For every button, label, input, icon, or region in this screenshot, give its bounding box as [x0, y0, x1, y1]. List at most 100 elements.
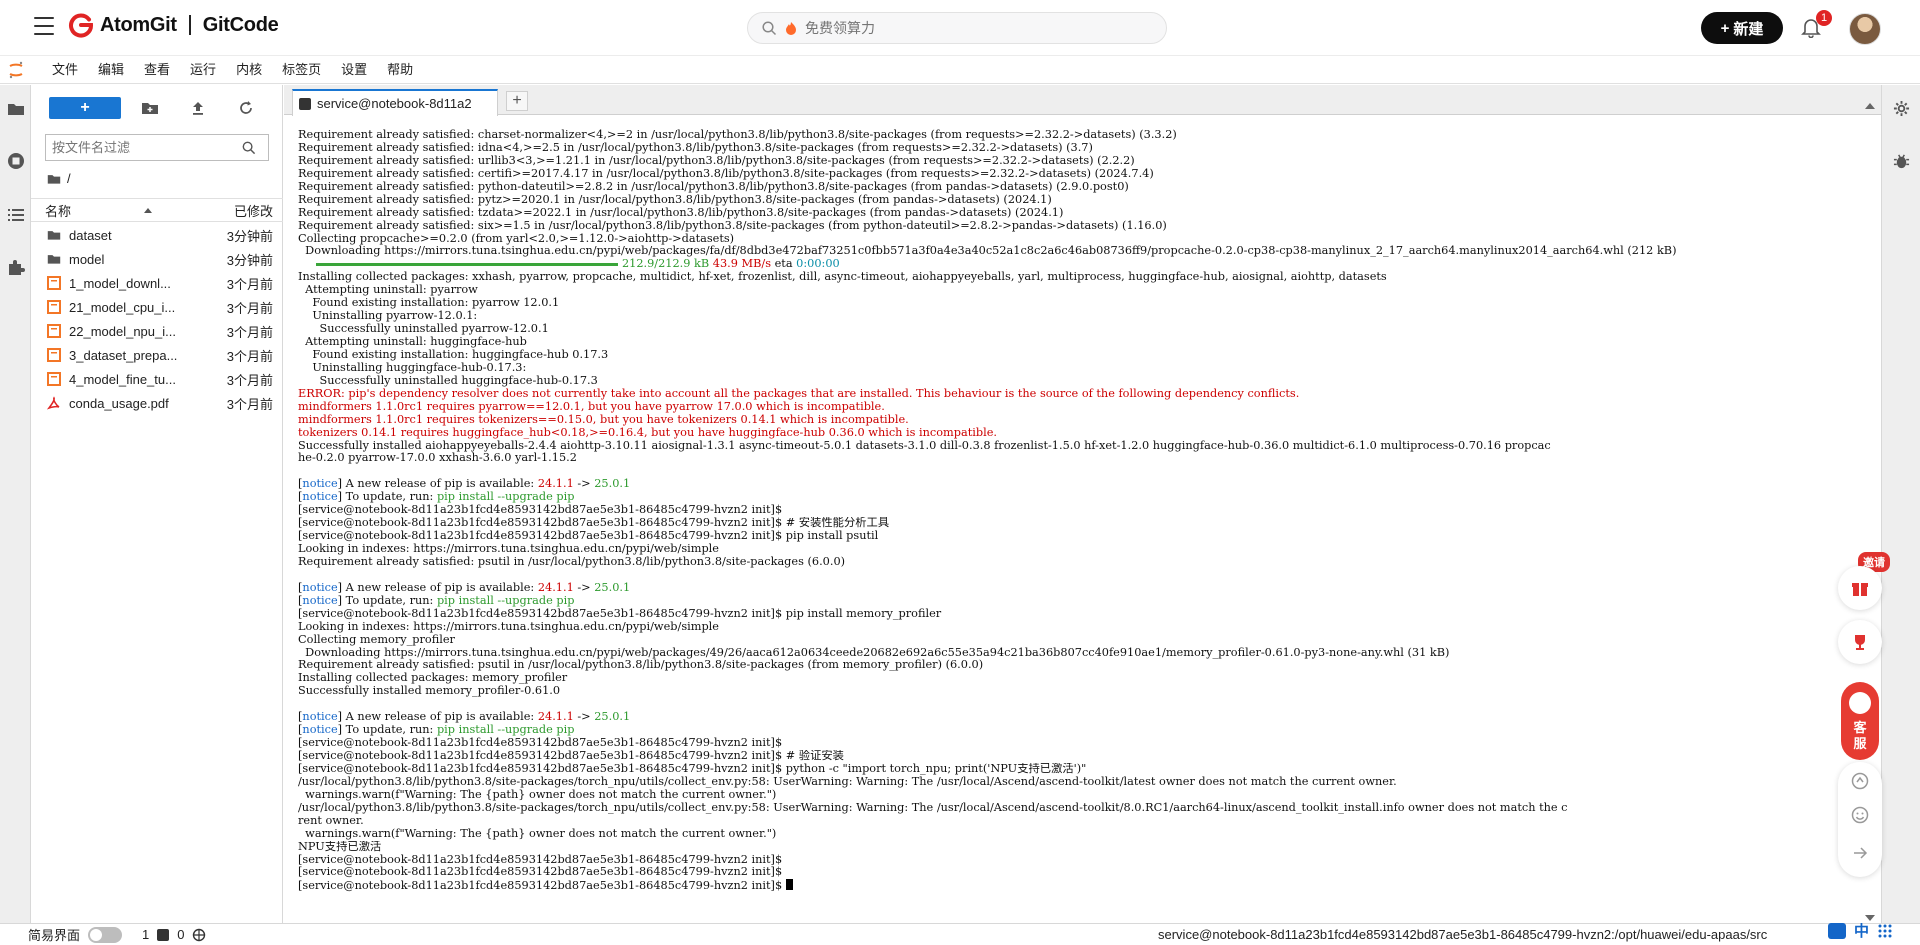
terminal-text: Requirement already satisfied: certifi>=… [298, 167, 1154, 180]
customer-service-button[interactable]: 客 服 [1841, 682, 1879, 760]
new-folder-icon[interactable] [141, 99, 159, 117]
new-launcher-button[interactable]: + [49, 97, 121, 119]
file-row[interactable]: 1_model_downl... 3个月前 [31, 271, 283, 295]
property-inspector-icon[interactable] [1893, 100, 1910, 117]
file-row[interactable]: 4_model_fine_tu... 3个月前 [31, 367, 283, 391]
menu-icon[interactable] [34, 17, 54, 35]
terminal-text: ] A new release of pip is available: [337, 478, 538, 491]
refresh-icon[interactable] [237, 99, 255, 117]
breadcrumb-root[interactable]: / [67, 171, 71, 186]
terminal-text: Downloading https://mirrors.tuna.tsinghu… [298, 245, 1677, 258]
terminal-text: NPU支持已激活 [298, 840, 382, 853]
running-icon[interactable] [7, 152, 25, 170]
terminal-line: /usr/local/python3.8/lib/python3.8/site-… [298, 776, 1858, 789]
terminal-line: Requirement already satisfied: idna<4,>=… [298, 142, 1858, 155]
terminal-line: Uninstalling huggingface-hub-0.17.3: [298, 362, 1858, 375]
plus-icon: + [1720, 19, 1730, 37]
file-filter-input[interactable] [52, 140, 242, 155]
kernel-status-icon[interactable] [192, 928, 206, 942]
terminal-text: 43.9 MB/s [712, 258, 772, 271]
terminal-text: 25.0.1 [594, 478, 631, 491]
ime-toolbar[interactable]: 中 [1828, 920, 1893, 941]
terminal-text: [service@notebook-8d11a23b1fcd4e8593142b… [298, 853, 783, 866]
tab-terminal[interactable]: service@notebook-8d11a2 [292, 89, 498, 116]
menu-settings[interactable]: 设置 [331, 56, 377, 84]
simple-mode-toggle[interactable] [88, 926, 123, 943]
terminal-line: Successfully installed aiohappyeyeballs-… [298, 440, 1858, 453]
circle-arrow-icon[interactable] [1851, 772, 1869, 790]
main-area: service@notebook-8d11a2 + Requirement al… [284, 85, 1881, 923]
terminal-text: [service@notebook-8d11a23b1fcd4e8593142b… [298, 762, 1087, 775]
terminal-text: [service@notebook-8d11a23b1fcd4e8593142b… [298, 750, 844, 762]
menu-kernel[interactable]: 内核 [226, 56, 272, 84]
menu-edit[interactable]: 编辑 [88, 56, 134, 84]
file-modified: 3分钟前 [226, 252, 273, 268]
terminal-line: Successfully uninstalled huggingface-hub… [298, 375, 1858, 388]
debugger-icon[interactable] [1893, 153, 1910, 170]
file-filter[interactable] [45, 134, 269, 161]
search-input[interactable] [805, 20, 1125, 36]
terminal-text: notice [302, 594, 338, 607]
terminal-text: Successfully uninstalled huggingface-hub… [298, 374, 598, 387]
upload-icon[interactable] [189, 99, 207, 117]
file-name: dataset [69, 227, 112, 243]
file-row[interactable]: dataset 3分钟前 [31, 223, 283, 247]
extension-icon[interactable] [7, 258, 25, 276]
breadcrumb[interactable]: / [47, 171, 71, 186]
column-modified[interactable]: 已修改 [234, 201, 283, 220]
terminal-text: Requirement already satisfied: idna<4,>=… [298, 141, 1093, 154]
brand-gitcode: GitCode [202, 13, 279, 36]
file-name: conda_usage.pdf [69, 395, 169, 411]
terminal-text: Requirement already satisfied: charset-n… [298, 129, 1177, 141]
terminal-icon [299, 97, 311, 110]
terminal-line: [service@notebook-8d11a23b1fcd4e8593142b… [298, 763, 1858, 776]
terminal-line: Attempting uninstall: pyarrow [298, 284, 1858, 297]
file-row[interactable]: conda_usage.pdf 3个月前 [31, 391, 283, 415]
terminal-line: he-0.2.0 pyarrow-17.0.0 xxhash-3.6.0 yar… [298, 452, 1858, 465]
user-avatar[interactable] [1849, 13, 1881, 45]
terminal-text: Installing collected packages: memory_pr… [298, 672, 568, 685]
terminal-line: warnings.warn(f"Warning: The {path} owne… [298, 828, 1858, 841]
arrow-right-icon[interactable] [1851, 844, 1869, 862]
terminal-text: Successfully installed aiohappyeyeballs-… [298, 439, 1551, 452]
trophy-button[interactable] [1838, 620, 1882, 664]
jupyter-menubar: 文件 编辑 查看 运行 内核 标签页 设置 帮助 [0, 56, 1920, 84]
file-row[interactable]: 21_model_cpu_i... 3个月前 [31, 295, 283, 319]
folder-icon[interactable] [7, 100, 25, 118]
file-row[interactable]: 22_model_npu_i... 3个月前 [31, 319, 283, 343]
menu-view[interactable]: 查看 [134, 56, 180, 84]
ime-settings-icon [1878, 924, 1892, 937]
menu-run[interactable]: 运行 [180, 56, 226, 84]
plus-icon: + [80, 99, 90, 116]
file-modified: 3个月前 [226, 324, 273, 340]
logo[interactable]: AtomGit GitCode [68, 12, 279, 38]
column-name[interactable]: 名称 [31, 201, 161, 220]
floating-tools-panel [1838, 762, 1882, 877]
terminal-text: ] A new release of pip is available: [337, 711, 538, 724]
search-box[interactable] [747, 12, 1167, 44]
jupyter-logo-icon [9, 61, 23, 78]
gift-button[interactable] [1838, 566, 1882, 610]
terminal-text: 212.9/212.9 kB [621, 258, 710, 271]
file-list: dataset 3分钟前 model 3分钟前 1_model_downl...… [31, 223, 283, 415]
file-modified: 3个月前 [226, 396, 273, 412]
menu-tabs[interactable]: 标签页 [272, 56, 331, 84]
terminal-line: Requirement already satisfied: urllib3<3… [298, 155, 1858, 168]
terminal-text: pip install --upgrade pip [436, 724, 575, 737]
new-button[interactable]: + 新建 [1701, 12, 1783, 44]
smile-icon[interactable] [1851, 806, 1869, 824]
file-row[interactable]: model 3分钟前 [31, 247, 283, 271]
new-tab-button[interactable]: + [506, 91, 528, 111]
list-icon[interactable] [7, 206, 25, 224]
terminal-cursor [785, 879, 793, 891]
terminal-text: Collecting memory_profiler [298, 633, 455, 646]
file-browser: + / 名称 已修改 dataset 3分钟前 model 3分钟前 1_mod… [31, 85, 283, 923]
file-name: 21_model_cpu_i... [69, 299, 176, 315]
scroll-up-arrow-icon[interactable] [1865, 103, 1875, 109]
terminal-line: Successfully uninstalled pyarrow-12.0.1 [298, 323, 1858, 336]
menu-file[interactable]: 文件 [42, 56, 88, 84]
menu-help[interactable]: 帮助 [377, 56, 423, 84]
terminal-line: ERROR: pip's dependency resolver does no… [298, 388, 1858, 401]
file-row[interactable]: 3_dataset_prepa... 3个月前 [31, 343, 283, 367]
terminal-output[interactable]: Requirement already satisfied: charset-n… [298, 129, 1858, 909]
